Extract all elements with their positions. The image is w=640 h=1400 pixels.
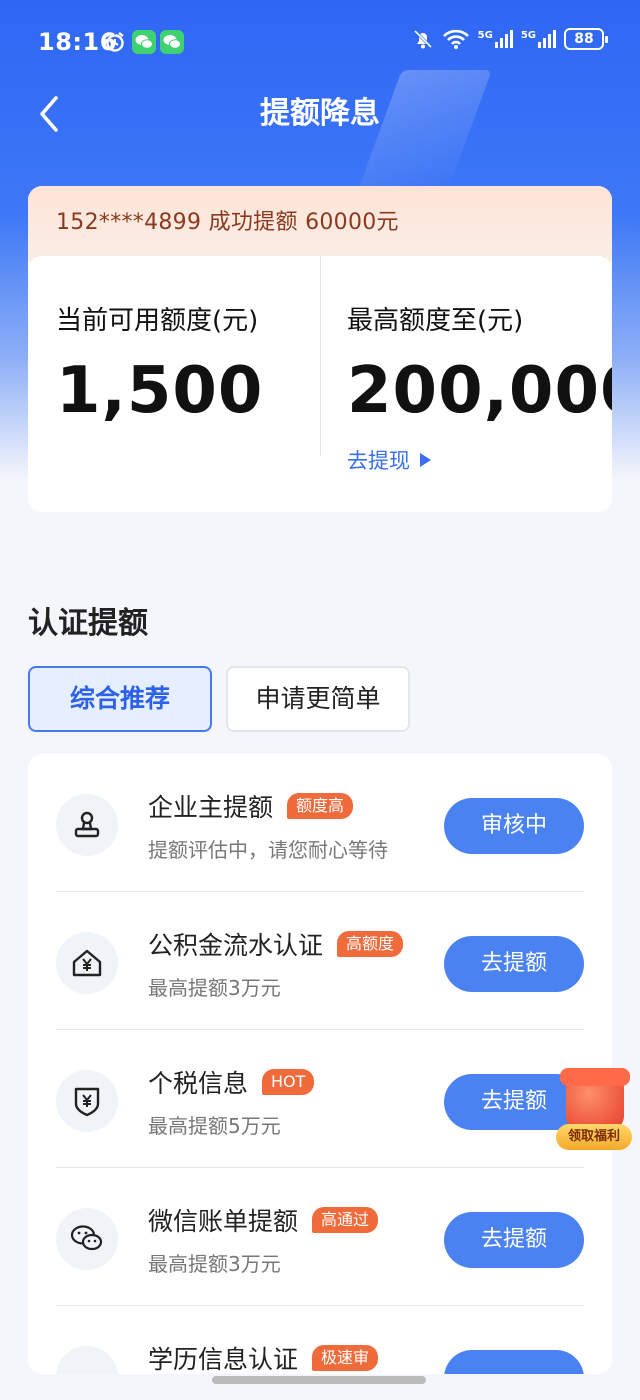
max-quota-block: 最高额度至(元) 200,000 去提现 [321, 256, 612, 512]
list-item[interactable]: 公积金流水认证 高额度 最高提额3万元 去提额 [28, 892, 612, 1030]
list-item[interactable]: 学历信息认证 极速审 [28, 1306, 612, 1374]
home-indicator[interactable] [212, 1376, 426, 1384]
section-title: 认证提额 [28, 606, 148, 641]
item-title: 企业主提额 额度高 [148, 788, 354, 824]
quota-summary: 当前可用额度(元) 1,500 最高额度至(元) 200,000 去提现 [28, 256, 612, 512]
withdraw-link[interactable]: 去提现 [347, 445, 612, 475]
shield-yuan-icon [56, 1070, 118, 1132]
alarm-icon [106, 32, 124, 52]
item-title: 公积金流水认证 高额度 [148, 926, 404, 962]
wifi-icon [442, 29, 469, 49]
item-badge: 高通过 [312, 1207, 379, 1233]
battery-indicator: 88 [564, 28, 608, 50]
under-review-button[interactable]: 审核中 [444, 798, 584, 854]
house-yuan-icon [56, 932, 118, 994]
item-subtitle: 提额评估中，请您耐心等待 [148, 838, 388, 862]
list-item[interactable]: 企业主提额 额度高 提额评估中，请您耐心等待 审核中 [28, 754, 612, 892]
claim-benefits-label: 领取福利 [556, 1124, 632, 1150]
tab-recommended[interactable]: 综合推荐 [28, 666, 212, 732]
item-subtitle: 最高提额5万元 [148, 1114, 281, 1138]
item-title: 学历信息认证 极速审 [148, 1340, 379, 1374]
wechat-notification-icon [132, 30, 156, 54]
item-subtitle: 最高提额3万元 [148, 1252, 281, 1276]
item-badge: 极速审 [312, 1345, 379, 1371]
list-item[interactable]: 微信账单提额 高通过 最高提额3万元 去提额 [28, 1168, 612, 1306]
person-stamp-icon [56, 794, 118, 856]
signal-strength-icon: 5G [478, 30, 513, 48]
current-quota-block: 当前可用额度(元) 1,500 [28, 256, 320, 512]
play-arrow-icon [420, 453, 431, 467]
status-right-group: 5G 5G 88 [412, 28, 608, 50]
success-notice-banner: 152****4899 成功提额 60000元 [28, 186, 612, 262]
quota-card: 152****4899 成功提额 60000元 当前可用额度(元) 1,500 … [28, 186, 612, 512]
item-badge: 额度高 [287, 793, 354, 819]
item-badge: HOT [262, 1069, 315, 1095]
current-quota-label: 当前可用额度(元) [56, 306, 259, 336]
max-quota-label: 最高额度至(元) [347, 306, 524, 336]
current-quota-amount: 1,500 [56, 354, 264, 428]
page-title: 提额降息 [260, 96, 380, 131]
graduation-icon [56, 1346, 118, 1374]
withdraw-link-label: 去提现 [347, 449, 410, 473]
item-subtitle: 最高提额3万元 [148, 976, 281, 1000]
increase-limit-button[interactable]: 去提额 [444, 936, 584, 992]
wechat-icon [56, 1208, 118, 1270]
increase-limit-button[interactable] [444, 1350, 584, 1374]
signal-strength-icon: 5G [521, 30, 556, 48]
gift-lid [560, 1068, 630, 1086]
status-bar: 18:16 5G 5G 88 [0, 0, 640, 86]
credit-increase-list: 企业主提额 额度高 提额评估中，请您耐心等待 审核中 公积金流水认证 高额度 最… [28, 754, 612, 1374]
increase-limit-button[interactable]: 去提额 [444, 1212, 584, 1268]
item-title: 个税信息 HOT [148, 1064, 315, 1100]
item-badge: 高额度 [337, 931, 404, 957]
claim-benefits-float-button[interactable]: 领取福利 [554, 1068, 634, 1154]
max-quota-amount: 200,000 [347, 354, 612, 428]
wechat-notification-icon [160, 30, 184, 54]
list-item[interactable]: 个税信息 HOT 最高提额5万元 去提额 [28, 1030, 612, 1168]
mute-bell-icon [413, 29, 432, 49]
tab-simpler[interactable]: 申请更简单 [226, 666, 410, 732]
item-title: 微信账单提额 高通过 [148, 1202, 379, 1238]
